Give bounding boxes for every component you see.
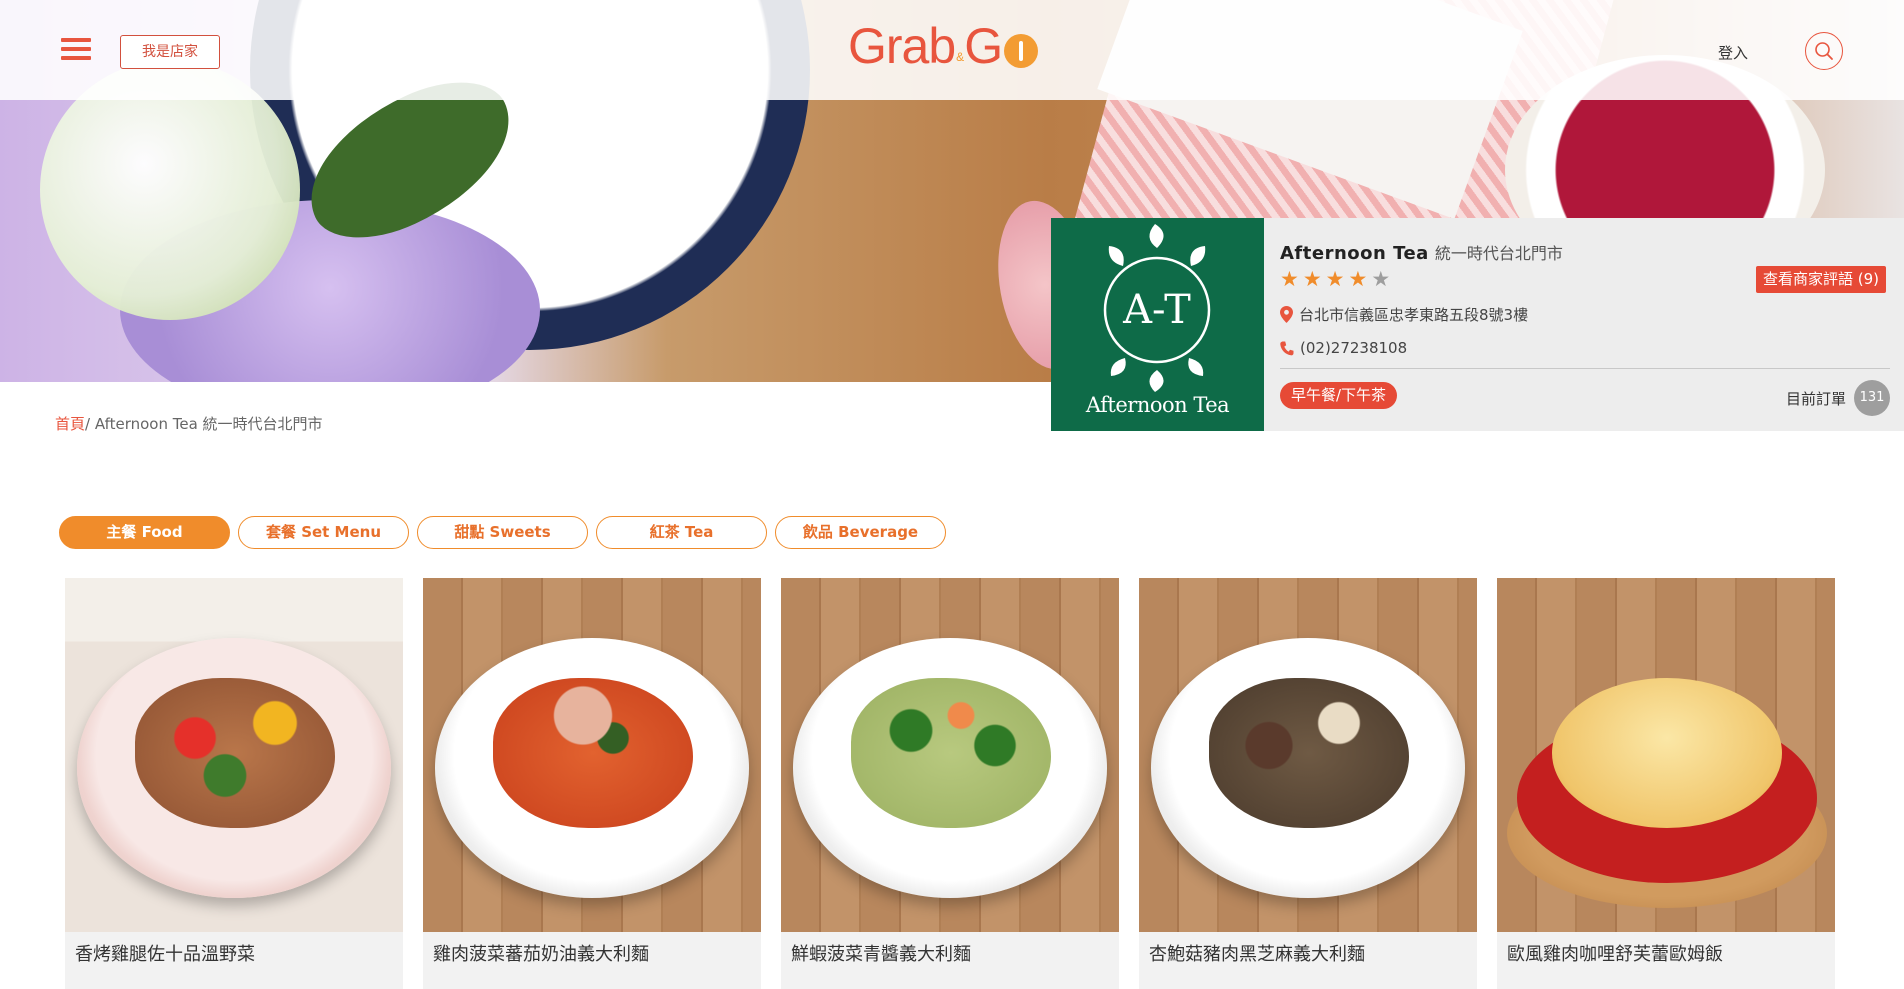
- current-orders-count: 131: [1854, 380, 1891, 416]
- merchant-button[interactable]: 我是店家: [120, 35, 220, 69]
- product-image[interactable]: [65, 578, 403, 932]
- product-name[interactable]: 香烤雞腿佐十品溫野菜: [75, 940, 255, 966]
- store-phone-text[interactable]: (02)27238108: [1300, 339, 1407, 357]
- product-card[interactable]: 香烤雞腿佐十品溫野菜: [65, 578, 403, 989]
- menu-icon[interactable]: [61, 38, 91, 62]
- product-name[interactable]: 鮮蝦菠菜青醬義大利麵: [791, 940, 971, 966]
- logo-text-g: G: [964, 18, 1003, 74]
- current-orders-label: 目前訂單: [1786, 389, 1847, 408]
- star-empty-icon: ★: [1371, 267, 1391, 291]
- product-name[interactable]: 雞肉菠菜蕃茄奶油義大利麵: [433, 940, 649, 966]
- store-branch: 統一時代台北門市: [1434, 244, 1563, 263]
- product-grid: 香烤雞腿佐十品溫野菜 雞肉菠菜蕃茄奶油義大利麵 鮮蝦菠菜青醬義大利麵 杏鮑菇豬肉…: [65, 578, 1835, 989]
- search-icon: [1815, 42, 1833, 60]
- store-address: 台北市信義區忠孝東路五段8號3樓: [1280, 304, 1528, 325]
- product-card[interactable]: 鮮蝦菠菜青醬義大利麵: [781, 578, 1119, 989]
- logo-amp: &: [956, 50, 964, 64]
- product-image[interactable]: [423, 578, 761, 932]
- store-card-divider: [1280, 368, 1890, 369]
- breadcrumb-home-link[interactable]: 首頁: [55, 415, 85, 433]
- breadcrumb: 首頁/ Afternoon Tea 統一時代台北門市: [55, 413, 323, 434]
- product-card[interactable]: 杏鮑菇豬肉黑芝麻義大利麵: [1139, 578, 1477, 989]
- product-card[interactable]: 雞肉菠菜蕃茄奶油義大利麵: [423, 578, 761, 989]
- product-name[interactable]: 杏鮑菇豬肉黑芝麻義大利麵: [1149, 940, 1365, 966]
- store-name: Afternoon Tea: [1280, 243, 1429, 264]
- fork-icon: [1004, 34, 1039, 68]
- header: 我是店家 Grab & G 登入: [0, 0, 1904, 100]
- product-name[interactable]: 歐風雞肉咖哩舒芙蕾歐姆飯: [1507, 940, 1723, 966]
- store-logo-text: Afternoon Tea: [1085, 393, 1230, 417]
- logo-text-grab: Grab: [848, 18, 956, 74]
- tab-tea[interactable]: 紅茶 Tea: [596, 516, 767, 549]
- store-info-card: A-T Afternoon Tea Afternoon Tea 統一時代台北門市 …: [1051, 218, 1904, 431]
- tab-sweets[interactable]: 甜點 Sweets: [417, 516, 588, 549]
- product-image[interactable]: [1139, 578, 1477, 932]
- store-logo-monogram: A-T: [1122, 287, 1191, 333]
- star-filled-icon: ★: [1348, 267, 1368, 291]
- location-pin-icon: [1280, 306, 1293, 323]
- store-logo: A-T Afternoon Tea: [1051, 218, 1264, 431]
- view-reviews-button[interactable]: 查看商家評語 (9): [1756, 266, 1887, 293]
- store-rating: ★ ★ ★ ★ ★: [1280, 268, 1390, 290]
- menu-category-tabs: 主餐 Food 套餐 Set Menu 甜點 Sweets 紅茶 Tea 飲品 …: [59, 516, 946, 549]
- star-filled-icon: ★: [1302, 267, 1322, 291]
- search-button[interactable]: [1805, 32, 1843, 70]
- tab-beverage[interactable]: 飲品 Beverage: [775, 516, 946, 549]
- product-food: [1552, 678, 1782, 828]
- store-category-badge[interactable]: 早午餐/下午茶: [1280, 382, 1398, 409]
- grabgo-logo[interactable]: Grab & G: [848, 18, 1039, 74]
- store-address-text: 台北市信義區忠孝東路五段8號3樓: [1299, 306, 1529, 324]
- tab-set-menu[interactable]: 套餐 Set Menu: [238, 516, 409, 549]
- product-card[interactable]: 歐風雞肉咖哩舒芙蕾歐姆飯: [1497, 578, 1835, 989]
- product-image[interactable]: [1497, 578, 1835, 932]
- phone-icon: [1280, 341, 1294, 355]
- product-image[interactable]: [781, 578, 1119, 932]
- current-orders: 目前訂單 131: [1786, 380, 1891, 416]
- star-filled-icon: ★: [1325, 267, 1345, 291]
- breadcrumb-current: / Afternoon Tea 統一時代台北門市: [85, 415, 323, 433]
- store-phone: (02)27238108: [1280, 339, 1407, 357]
- star-filled-icon: ★: [1280, 267, 1299, 291]
- tab-food[interactable]: 主餐 Food: [59, 516, 230, 549]
- login-link[interactable]: 登入: [1718, 42, 1748, 63]
- store-title: Afternoon Tea 統一時代台北門市: [1280, 240, 1563, 264]
